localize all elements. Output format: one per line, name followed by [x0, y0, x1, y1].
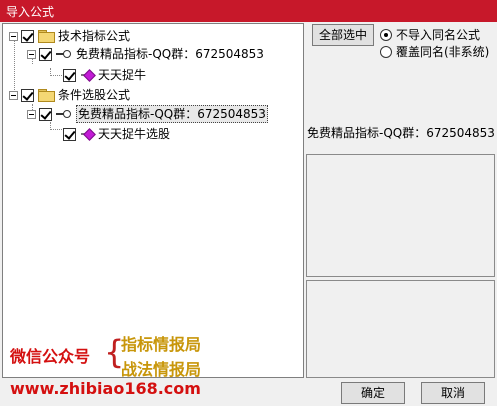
- cancel-button[interactable]: 取消: [421, 382, 485, 404]
- checkbox-tiantian[interactable]: [63, 68, 76, 82]
- tree-node-condition[interactable]: 条件选股公式: [9, 86, 130, 104]
- radio-no-import-label: 不导入同名公式: [396, 28, 481, 42]
- radio-dot-off[interactable]: [380, 45, 392, 58]
- description-box: [306, 154, 495, 277]
- selected-formula-name: 免费精品指标-QQ群：672504853: [307, 126, 495, 140]
- collapse-toggle[interactable]: [27, 109, 36, 119]
- tree-label-condition-item: 免费精品指标-QQ群：672504853: [76, 105, 268, 123]
- title-bar: 导入公式: [0, 0, 497, 22]
- tree-label-condition: 条件选股公式: [58, 88, 131, 102]
- watermark-line1: 指标情报局: [121, 335, 202, 354]
- select-all-button[interactable]: 全部选中: [312, 24, 374, 46]
- key-icon: [56, 49, 72, 59]
- window-title: 导入公式: [6, 5, 55, 19]
- collapse-toggle[interactable]: [27, 49, 36, 59]
- tree-label-technical-item: 免费精品指标-QQ群：672504853: [76, 47, 264, 61]
- radio-overwrite-label: 覆盖同名(非系统): [396, 45, 490, 59]
- folder-icon: [38, 30, 55, 43]
- tree-node-tiantian-select[interactable]: 天天捉牛选股: [63, 125, 170, 143]
- wechat-label: 微信公众号: [10, 347, 91, 366]
- checkbox-technical-item[interactable]: [39, 47, 52, 61]
- key-icon: [56, 109, 72, 119]
- info-box: [306, 280, 495, 378]
- ok-button[interactable]: 确定: [341, 382, 405, 404]
- checkbox-condition[interactable]: [21, 88, 34, 102]
- radio-no-import[interactable]: 不导入同名公式: [380, 26, 480, 43]
- watermark-line2: 战法情报局: [121, 360, 202, 379]
- collapse-toggle[interactable]: [9, 31, 18, 41]
- folder-icon: [38, 89, 55, 102]
- tree-node-technical[interactable]: 技术指标公式: [9, 27, 130, 45]
- checkbox-tiantian-select[interactable]: [63, 127, 76, 141]
- tree-node-technical-item[interactable]: 免费精品指标-QQ群：672504853: [27, 45, 264, 63]
- tree-node-tiantian[interactable]: 天天捉牛: [63, 66, 146, 84]
- checkbox-technical[interactable]: [21, 29, 34, 43]
- tree-label-tiantian-select: 天天捉牛选股: [98, 127, 171, 141]
- formula-gem-icon: [80, 69, 94, 81]
- radio-overwrite[interactable]: 覆盖同名(非系统): [380, 43, 489, 60]
- formula-tree[interactable]: 技术指标公式 免费精品指标-QQ群：672504853 天天捉牛 条件选股公式 …: [2, 23, 304, 378]
- tree-label-technical: 技术指标公式: [58, 29, 131, 43]
- tree-node-condition-item[interactable]: 免费精品指标-QQ群：672504853: [27, 105, 268, 123]
- tree-label-tiantian: 天天捉牛: [98, 68, 147, 82]
- formula-gem-icon: [80, 128, 94, 140]
- collapse-toggle[interactable]: [9, 90, 18, 100]
- radio-dot-on[interactable]: [380, 28, 392, 41]
- watermark-url: www.zhibiao168.com: [10, 379, 201, 398]
- checkbox-condition-item[interactable]: [39, 107, 52, 121]
